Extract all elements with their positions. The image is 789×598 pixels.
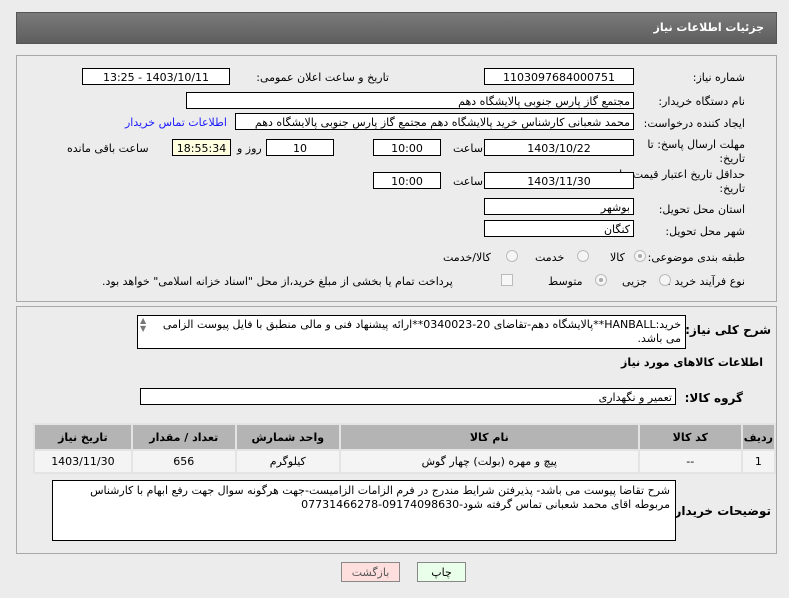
buyer-org-field: مجتمع گاز پارس جنوبی پالایشگاه دهم — [186, 92, 634, 109]
treasury-payment-note: پرداخت تمام یا بخشی از مبلغ خرید،از محل … — [102, 275, 453, 288]
cell-code: -- — [639, 451, 741, 472]
process-radio-minor[interactable] — [659, 274, 671, 286]
cell-qty: 656 — [132, 451, 235, 472]
page-title: جزئیات اطلاعات نیاز — [653, 21, 765, 34]
goods-group-label: گروه کالا: — [684, 391, 743, 405]
print-button[interactable]: چاپ — [417, 562, 466, 582]
buyer-org-label: نام دستگاه خریدار: — [658, 95, 745, 108]
city-label: شهر محل تحویل: — [665, 225, 745, 238]
category-radio-both[interactable] — [506, 250, 518, 262]
deadline-time-field: 10:00 — [373, 139, 441, 156]
province-label: استان محل تحویل: — [658, 203, 745, 216]
deadline-label-2: تاریخ: — [719, 152, 745, 165]
validity-time-field: 10:00 — [373, 172, 441, 189]
buyer-contact-link[interactable]: اطلاعات تماس خریدار — [125, 116, 227, 129]
deadline-time-label: ساعت — [453, 142, 483, 155]
process-label: نوع فرآیند خرید : — [667, 275, 745, 288]
buyer-notes-label: توضیحات خریدار: — [669, 504, 771, 518]
deadline-date-field: 1403/10/22 — [484, 139, 634, 156]
category-radio-goods[interactable] — [634, 250, 646, 262]
table-header-row: ردیف کد کالا نام کالا واحد شمارش تعداد /… — [35, 425, 774, 449]
days-field: 10 — [266, 139, 334, 156]
days-label: روز و — [237, 142, 262, 155]
treasury-payment-checkbox[interactable] — [501, 274, 513, 286]
remaining-time-field: 18:55:34 — [172, 139, 231, 156]
scroll-arrows-icon[interactable]: ▲ ▼ — [140, 317, 146, 333]
process-radio-medium[interactable] — [595, 274, 607, 286]
col-qty: تعداد / مقدار — [132, 425, 235, 449]
creator-label: ایجاد کننده درخواست: — [643, 117, 745, 130]
goods-section-title: اطلاعات کالاهای مورد نیاز — [621, 356, 763, 369]
goods-group-field: تعمیر و نگهداری — [140, 388, 676, 405]
col-row: ردیف — [742, 425, 774, 449]
table-row: 1 -- پیچ و مهره (بولت) چهار گوش کیلوگرم … — [35, 451, 774, 472]
category-label: طبقه بندی موضوعی: — [647, 251, 745, 264]
validity-date-field: 1403/11/30 — [484, 172, 634, 189]
need-number-field: 1103097684000751 — [484, 68, 634, 85]
category-radio-service[interactable] — [577, 250, 589, 262]
announce-label: تاریخ و ساعت اعلان عمومی: — [256, 71, 389, 84]
cell-unit: کیلوگرم — [236, 451, 339, 472]
need-number-label: شماره نیاز: — [692, 71, 745, 84]
cell-date: 1403/11/30 — [35, 451, 131, 472]
description-label: شرح کلی نیاز: — [685, 323, 771, 337]
category-option-both: کالا/خدمت — [443, 251, 491, 264]
col-unit: واحد شمارش — [236, 425, 339, 449]
validity-label: حداقل تاریخ اعتبار قیمت: تا — [619, 168, 745, 181]
province-field: بوشهر — [484, 198, 634, 215]
announce-field: 1403/10/11 - 13:25 — [82, 68, 230, 85]
deadline-label: مهلت ارسال پاسخ: تا — [647, 138, 745, 151]
validity-label-2: تاریخ: — [719, 182, 745, 195]
validity-time-label: ساعت — [453, 175, 483, 188]
back-button[interactable]: بازگشت — [341, 562, 400, 582]
description-textarea[interactable]: خرید:HANBALL**پالایشگاه دهم-تقاضای 20-03… — [137, 315, 686, 349]
creator-field: محمد شعبانی کارشناس خرید پالایشگاه دهم م… — [235, 113, 634, 130]
category-option-service: خدمت — [535, 251, 565, 264]
remaining-label: ساعت باقی مانده — [67, 142, 149, 155]
page-header: جزئیات اطلاعات نیاز — [16, 12, 777, 44]
col-code: کد کالا — [639, 425, 741, 449]
col-date: تاریخ نیاز — [35, 425, 131, 449]
cell-name: پیچ و مهره (بولت) چهار گوش — [340, 451, 638, 472]
cell-row: 1 — [742, 451, 774, 472]
col-name: نام کالا — [340, 425, 638, 449]
category-option-goods: کالا — [610, 251, 625, 264]
process-option-medium: متوسط — [548, 275, 583, 288]
process-option-minor: جزیی — [622, 275, 648, 288]
buyer-notes-textarea[interactable]: شرح تقاضا پیوست می باشد- پذیرفتن شرایط م… — [52, 480, 676, 541]
city-field: کنگان — [484, 220, 634, 237]
goods-table: ردیف کد کالا نام کالا واحد شمارش تعداد /… — [33, 423, 776, 474]
